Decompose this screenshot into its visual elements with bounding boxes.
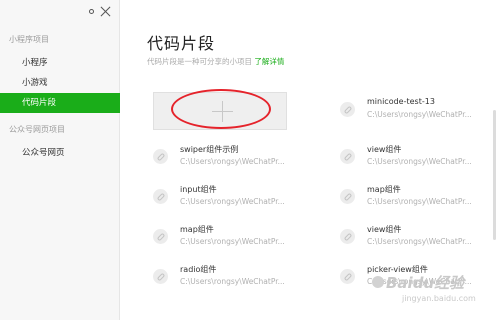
project-name: minicode-test-13	[367, 97, 435, 106]
sidebar-item-miniprogram[interactable]: 小程序	[0, 53, 120, 73]
project-item[interactable]: minicode-test-13 C:\Users\rongsy\WeChatP…	[340, 96, 490, 124]
link-icon	[340, 189, 355, 204]
link-icon	[153, 269, 168, 284]
project-path: C:\Users\rongsy\WeChatPr...	[367, 157, 472, 166]
project-path: C:\Users\rongsy\WeChatPr...	[367, 110, 472, 119]
project-path: C:\Users\rongsy\WeChatPr...	[180, 157, 285, 166]
project-item[interactable]: map组件 C:\Users\rongsy\WeChatPr...	[153, 223, 303, 251]
project-item[interactable]: swiper组件示例 C:\Users\rongsy\WeChatPr...	[153, 143, 303, 171]
sidebar: 小程序项目 小程序 小游戏 代码片段 公众号网页项目 公众号网页	[0, 0, 120, 320]
project-path: C:\Users\rongsy\WeChatPr...	[367, 277, 472, 286]
close-icon[interactable]	[100, 6, 111, 17]
subtitle: 代码片段是一种可分享的小项目 了解详情	[147, 56, 284, 67]
project-item[interactable]: map组件 C:\Users\rongsy\WeChatPr...	[340, 183, 490, 211]
project-name: map组件	[180, 225, 214, 234]
project-item[interactable]: radio组件 C:\Users\rongsy\WeChatPr...	[153, 263, 303, 291]
section-title-miniprogram: 小程序项目	[9, 35, 49, 44]
sidebar-item-minigame[interactable]: 小游戏	[0, 73, 120, 93]
project-name: view组件	[367, 225, 402, 234]
link-icon	[340, 149, 355, 164]
project-name: input组件	[180, 185, 217, 194]
project-name: view组件	[367, 145, 402, 154]
project-path: C:\Users\rongsy\WeChatPr...	[367, 237, 472, 246]
link-icon	[153, 189, 168, 204]
project-path: C:\Users\rongsy\WeChatPr...	[180, 237, 285, 246]
project-name: radio组件	[180, 265, 217, 274]
project-item[interactable]: picker-view组件 C:\Users\rongsy\WeChatPr..…	[340, 263, 490, 291]
sidebar-item-code-snippets[interactable]: 代码片段	[0, 93, 120, 113]
project-path: C:\Users\rongsy\WeChatPr...	[180, 277, 285, 286]
project-name: map组件	[367, 185, 401, 194]
link-icon	[340, 102, 355, 117]
sidebar-item-official-account-web[interactable]: 公众号网页	[0, 143, 120, 163]
link-icon	[340, 269, 355, 284]
project-path: C:\Users\rongsy\WeChatPr...	[367, 197, 472, 206]
project-name: picker-view组件	[367, 265, 428, 274]
learn-more-link[interactable]: 了解详情	[254, 57, 284, 66]
page-title: 代码片段	[147, 34, 216, 53]
project-item[interactable]: view组件 C:\Users\rongsy\WeChatPr...	[340, 223, 490, 251]
project-path: C:\Users\rongsy\WeChatPr...	[180, 197, 285, 206]
subtitle-text: 代码片段是一种可分享的小项目	[147, 57, 252, 66]
scrollbar[interactable]	[493, 110, 496, 240]
link-icon	[340, 229, 355, 244]
settings-dot-icon[interactable]	[89, 9, 94, 14]
link-icon	[153, 229, 168, 244]
section-title-official-account: 公众号网页项目	[9, 125, 65, 134]
main-panel: 代码片段 代码片段是一种可分享的小项目 了解详情 minicode-test-1…	[120, 0, 500, 320]
link-icon	[153, 149, 168, 164]
project-item[interactable]: input组件 C:\Users\rongsy\WeChatPr...	[153, 183, 303, 211]
add-snippet-button[interactable]	[153, 92, 287, 130]
project-name: swiper组件示例	[180, 145, 239, 154]
window-controls	[89, 6, 111, 17]
project-item[interactable]: view组件 C:\Users\rongsy\WeChatPr...	[340, 143, 490, 171]
plus-icon	[212, 101, 233, 122]
